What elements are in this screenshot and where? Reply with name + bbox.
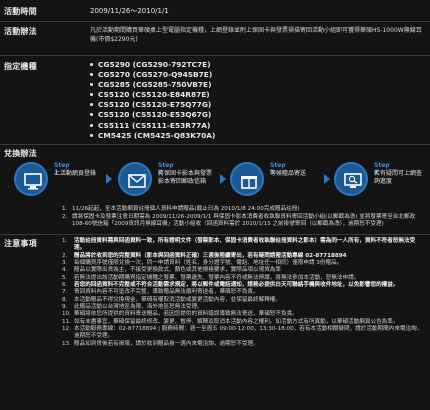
note-text: 贈品將於收到您的完整資料（影本與回函資料正確）三週後陸續寄出，若有疑問請撥活動專… — [74, 252, 347, 259]
method-row: 活動辦法 凡於活動期間購買華碩桌上型電腦指定機種，上網登錄並附上保固卡與發票掃描… — [0, 24, 430, 54]
rule-item: 1. 11/26起起，至本活動網頁註冊個人資料申請贈品(截止日為 2010/1/8… — [62, 206, 424, 214]
note-number: 11. — [62, 318, 71, 325]
note-number: 8. — [62, 296, 68, 303]
step-text: 等候贈品寄送 — [270, 170, 307, 177]
rule-number: 1. — [62, 206, 68, 212]
note-text: 若無法提出該活動期購買指定機種之發票、發票遺失、發票內容不符或無法辨識，將無法參… — [74, 274, 360, 281]
note-text: 華碩將依您所提供的資料寄送贈品，若因您提供的資料錯誤導致無法寄送，華碩恕不負責。 — [74, 311, 298, 318]
note-text: 贈品如到貨後若有損壞，請於收到贈品後一週內來電洽詢，逾期恕不受理。 — [74, 340, 259, 347]
note-number: 6. — [62, 282, 68, 289]
note-item: 8. 本活動贈品不得兌換現金，華碩有權取消活動或變更活動內容，並保留最終解釋權。 — [62, 297, 424, 304]
models-label: 指定機種 — [4, 62, 37, 71]
steps-diagram: Step 1 上活動網頁登錄 Step 2 將保固卡影本與發票影本寄回郵政信箱 … — [8, 160, 428, 204]
method-label: 活動辦法 — [4, 27, 37, 36]
note-text: 每個購買序號僅限兌換一次，同一申請資料（姓名、身分證字號、電話、地址任一相同）僅… — [74, 260, 343, 267]
notes-label: 注意事項 — [4, 239, 37, 248]
gift-icon — [230, 162, 264, 196]
method-text: 凡於活動期間購買華碩桌上型電腦指定機種，上網登錄並附上保固卡與發票掃描寄回活動小… — [90, 27, 422, 43]
models-row: 指定機種 CG5290 (CG5290-792TC7E) CG5270 (CG52… — [0, 58, 430, 144]
rule-item: 2. 請將保固卡及發票注意日期需為 2009/11/26-2009/1/1 與保固… — [62, 214, 424, 229]
date-row: 活動時間 2009/11/26～2010/1/1 — [0, 6, 430, 18]
note-item: 5. 若無法提出該活動期購買指定機種之發票、發票遺失、發票內容不符或無法辨識，將無… — [62, 275, 424, 282]
notes-section: 1. 活動註冊資料需與回函資料一致，所有證明文件（發票影本、保固卡消費者收執聯註冊… — [62, 238, 424, 348]
note-number: 1. — [62, 238, 68, 244]
note-item: 2. 贈品將於收到您的完整資料（影本與回函資料正確）三週後陸續寄出，若有疑問請撥活… — [62, 253, 424, 260]
note-text: 活動註冊資料需與回函資料一致，所有證明文件（發票影本、保固卡消費者收執聯註冊資料… — [74, 238, 416, 252]
arrow-icon — [106, 174, 112, 184]
note-text: 寄回資料內容不可塗改不完整，導致贈品無法順利寄送者，華碩恕不負責。 — [74, 289, 259, 296]
step-text: 若有疑問可上網查詢進度 — [374, 170, 423, 185]
note-number: 10. — [62, 311, 71, 318]
note-number: 4. — [62, 267, 68, 274]
note-text: 贈品以實際出貨為主，不接受更換款式、顏色或其他規格要求，實際品項以現貨為準 — [74, 267, 281, 274]
note-number: 5. — [62, 274, 68, 281]
note-item: 1. 活動註冊資料需與回函資料一致，所有證明文件（發票影本、保固卡消費者收執聯註冊… — [62, 238, 424, 253]
models-list: CG5290 (CG5290-792TC7E) CG5270 (CG5270-Q9… — [90, 60, 424, 141]
model-item: CS5120 (CS5120-E53Q67G) — [90, 110, 424, 120]
divider — [0, 55, 430, 56]
step-text: 上活動網頁登錄 — [54, 170, 97, 177]
arrow-icon — [324, 174, 330, 184]
model-item: CS5120 (CS5120-E84R87E) — [90, 90, 424, 100]
date-value: 2009/11/26～2010/1/1 — [90, 7, 169, 15]
model-item: CG5290 (CG5290-792TC7E) — [90, 60, 424, 70]
rules-list: 1. 11/26起起，至本活動網頁註冊個人資料申請贈品(截止日為 2010/1/8… — [62, 206, 424, 229]
note-number: 9. — [62, 304, 68, 311]
note-number: 7. — [62, 289, 68, 296]
note-item: 4. 贈品以實際出貨為主，不接受更換款式、顏色或其他規格要求，實際品項以現貨為準 — [62, 267, 424, 274]
note-number: 3. — [62, 260, 68, 267]
model-item: CG5285 (CG5285-750VB7E) — [90, 80, 424, 90]
note-item: 10. 華碩將依您所提供的資料寄送贈品，若因您提供的資料錯誤導致無法寄送，華碩恕不… — [62, 311, 424, 318]
note-item: 7. 寄回資料內容不可塗改不完整，導致贈品無法順利寄送者，華碩恕不負責。 — [62, 289, 424, 296]
model-item: CS5111 (CS5111-E53R77A) — [90, 121, 424, 131]
date-label: 活動時間 — [4, 7, 37, 16]
note-text: 若您的回函資料不完整或不符合活動需求規定，將以郵件或電話通知，請務必提供白天可聯… — [74, 282, 399, 289]
arrow-icon — [220, 174, 226, 184]
divider — [0, 21, 430, 22]
computer-icon — [14, 162, 48, 196]
note-text: 如有未盡事宜，華碩保留最終修改、變更、暫停、解釋及取消本活動內容之權利。如活動方… — [74, 318, 399, 325]
model-item: CG5270 (CG5270-Q94SB7E) — [90, 70, 424, 80]
models-list-wrap: CG5290 (CG5290-792TC7E) CG5270 (CG5270-Q9… — [90, 60, 424, 141]
step-text: 將保固卡影本與發票影本寄回郵政信箱 — [158, 170, 213, 185]
note-text: 本活動服務專線：02-87718894 | 服務時間：週一至週五 09:00-1… — [74, 326, 423, 340]
exchange-rules: 1. 11/26起起，至本活動網頁註冊個人資料申請贈品(截止日為 2010/1/8… — [62, 206, 424, 229]
rule-number: 2. — [62, 213, 68, 220]
note-text: 此贈品活動以台灣地區為限，海外地區恕無法受理。 — [74, 304, 203, 311]
divider — [0, 144, 430, 145]
model-item: CS5120 (CS5120-E75Q77G) — [90, 100, 424, 110]
search-monitor-icon — [334, 162, 368, 196]
note-item: 13. 贈品如到貨後若有損壞，請於收到贈品後一週內來電洽詢，逾期恕不受理。 — [62, 341, 424, 348]
model-item: CM5425 (CM5425-Q83K70A) — [90, 131, 424, 141]
note-number: 12. — [62, 326, 71, 333]
notes-list: 1. 活動註冊資料需與回函資料一致，所有證明文件（發票影本、保固卡消費者收執聯註冊… — [62, 238, 424, 348]
note-item: 12. 本活動服務專線：02-87718894 | 服務時間：週一至週五 09:0… — [62, 326, 424, 341]
promo-page: 活動時間 2009/11/26～2010/1/1 活動辦法 凡於活動期間購買華碩… — [0, 0, 430, 410]
mail-document-icon — [118, 162, 152, 196]
exchange-label: 兌換辦法 — [4, 149, 37, 158]
divider — [0, 234, 430, 235]
note-text: 本活動贈品不得兌換現金，華碩有權取消活動或變更活動內容，並保留最終解釋權。 — [74, 296, 281, 303]
note-number: 13. — [62, 340, 71, 347]
rule-text: 11/26起起，至本活動網頁註冊個人資料申請贈品(截止日為 2010/1/8 2… — [72, 206, 300, 212]
rule-text: 請將保固卡及發票注意日期需為 2009/11/26-2009/1/1 與保固卡影… — [72, 213, 416, 228]
note-number: 2. — [62, 252, 68, 259]
